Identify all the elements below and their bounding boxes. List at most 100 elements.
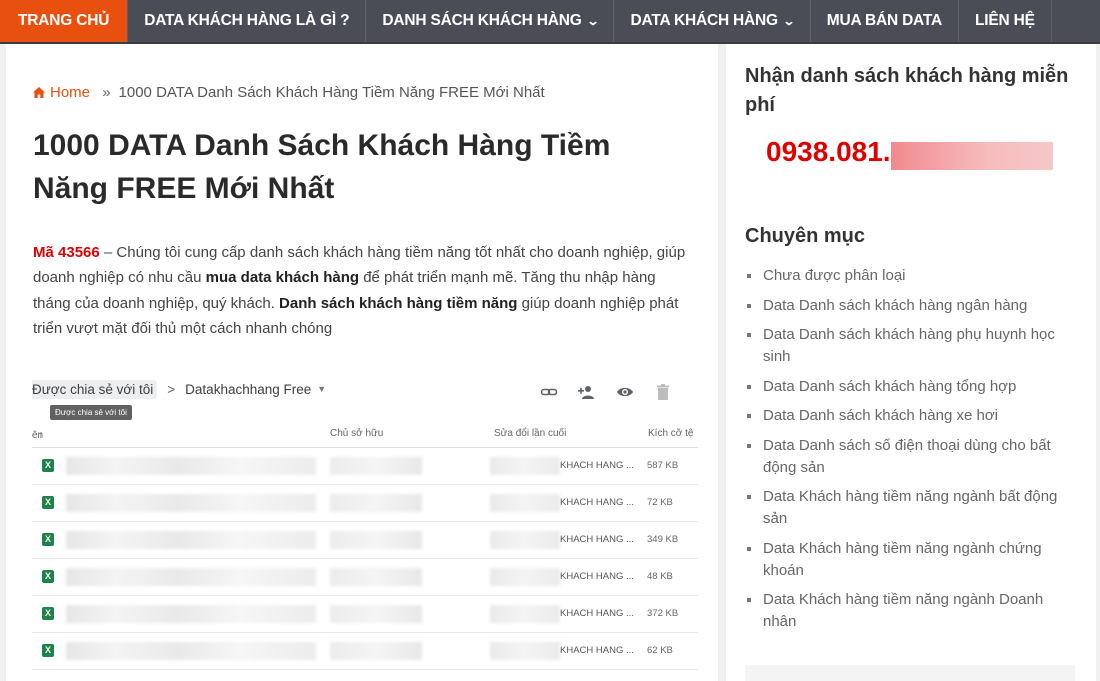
file-size: 48 KB xyxy=(647,571,673,582)
home-icon xyxy=(33,87,45,98)
main-nav: TRANG CHỦ DATA KHÁCH HÀNG LÀ GÌ ? DANH S… xyxy=(0,0,1100,44)
sort-arrow-icon[interactable]: ↑ xyxy=(38,430,43,441)
free-list-heading: Nhận danh sách khách hàng miễn phí xyxy=(745,65,1069,116)
caret-down-icon[interactable]: ▼ xyxy=(317,384,326,394)
blurred-date xyxy=(490,568,560,586)
chevron-down-icon: ⌄ xyxy=(586,14,599,28)
nav-item-contact[interactable]: LIÊN HỆ xyxy=(959,0,1052,42)
nav-item-what-is-data[interactable]: DATA KHÁCH HÀNG LÀ GÌ ? xyxy=(128,0,367,42)
blurred-date xyxy=(490,605,560,623)
category-item[interactable]: Chưa được phân loại xyxy=(745,265,1075,287)
phone-redaction xyxy=(891,142,1053,170)
category-item[interactable]: Data Khách hàng tiềm năng ngành bất động… xyxy=(745,486,1075,530)
chevron-down-icon: ⌄ xyxy=(782,14,796,28)
nav-label: DANH SÁCH KHÁCH HÀNG xyxy=(382,12,582,29)
file-row[interactable]: X KHACH HANG ... 62 KB xyxy=(32,633,698,670)
drive-table-header: ên ↑ Chủ sở hữu Sửa đổi lần cuối Kích cỡ… xyxy=(32,426,698,448)
blurred-date xyxy=(490,457,560,475)
file-size: 62 KB xyxy=(647,645,673,656)
category-item[interactable]: Data Khách hàng tiềm năng ngành chứng kh… xyxy=(745,538,1075,582)
drive-path-root[interactable]: Được chia sẻ với tôi xyxy=(32,380,158,399)
category-item[interactable]: Data Khách hàng tiềm năng ngành Doanh nh… xyxy=(745,589,1075,633)
file-owner: KHACH HANG ... xyxy=(560,571,634,582)
drive-path-folder[interactable]: Datakhachhang Free xyxy=(185,382,311,397)
category-item[interactable]: Data Danh sách khách hàng tổng hợp xyxy=(745,376,1075,398)
drive-path: Được chia sẻ với tôi > Datakhachhang Free ▼ xyxy=(32,380,326,399)
trash-icon[interactable] xyxy=(654,384,672,400)
blurred-owner xyxy=(330,494,422,512)
nav-label: DATA KHÁCH HÀNG xyxy=(630,12,778,29)
nav-label: TRANG CHỦ xyxy=(18,12,110,29)
drive-screenshot: Được chia sẻ với tôi > Datakhachhang Free ▼… xyxy=(32,374,698,674)
nav-item-home[interactable]: TRANG CHỦ xyxy=(0,0,129,42)
blurred-owner xyxy=(330,568,422,586)
nav-item-customer-list[interactable]: DANH SÁCH KHÁCH HÀNG ⌄ xyxy=(366,0,615,42)
file-row[interactable]: X KHACH HANG ... 372 KB xyxy=(32,596,698,633)
blurred-filename xyxy=(66,642,316,660)
column-modified[interactable]: Sửa đổi lần cuối xyxy=(494,428,566,439)
nav-item-buy-sell-data[interactable]: MUA BÁN DATA xyxy=(811,0,960,42)
nav-label: LIÊN HỆ xyxy=(975,12,1035,29)
intro-bold-1[interactable]: mua data khách hàng xyxy=(206,269,359,286)
file-owner: KHACH HANG ... xyxy=(560,460,634,471)
excel-file-icon: X xyxy=(42,459,54,472)
blurred-owner xyxy=(330,531,422,549)
file-size: 349 KB xyxy=(647,534,679,545)
main-content: Home » 1000 DATA Danh Sách Khách Hàng Tiề… xyxy=(6,44,718,681)
add-person-icon[interactable] xyxy=(578,384,596,400)
blurred-date xyxy=(490,642,560,660)
nav-label: MUA BÁN DATA xyxy=(826,12,943,29)
excel-file-icon: X xyxy=(42,607,54,620)
nav-item-customer-data[interactable]: DATA KHÁCH HÀNG ⌄ xyxy=(614,0,811,42)
file-owner: KHACH HANG ... xyxy=(560,645,634,656)
file-row[interactable]: X KHACH HANG ... 587 KB xyxy=(32,448,698,485)
blurred-filename xyxy=(66,531,316,549)
column-size[interactable]: Kích cỡ tệ xyxy=(648,428,693,439)
excel-file-icon: X xyxy=(42,570,54,583)
blurred-filename xyxy=(66,605,316,623)
blurred-filename xyxy=(66,494,316,512)
blurred-date xyxy=(490,531,560,549)
blurred-owner xyxy=(330,605,422,623)
category-item[interactable]: Data Danh sách khách hàng phụ huynh học … xyxy=(745,324,1075,368)
file-owner: KHACH HANG ... xyxy=(560,534,634,545)
sidebar-widget-box xyxy=(745,665,1075,681)
excel-file-icon: X xyxy=(42,533,54,546)
article-code: Mã 43566 xyxy=(33,244,100,261)
blurred-filename xyxy=(66,568,316,586)
file-row[interactable]: X KHACH HANG ... 349 KB xyxy=(32,522,698,559)
intro-bold-2[interactable]: Danh sách khách hàng tiềm năng xyxy=(279,295,517,312)
file-size: 587 KB xyxy=(647,460,679,471)
category-item[interactable]: Data Danh sách khách hàng xe hơi xyxy=(745,405,1075,427)
blurred-filename xyxy=(66,457,316,475)
file-size: 372 KB xyxy=(647,608,679,619)
file-size: 72 KB xyxy=(647,497,673,508)
blurred-date xyxy=(490,494,560,512)
category-list: Chưa được phân loại Data Danh sách khách… xyxy=(745,265,1075,641)
blurred-owner xyxy=(330,457,422,475)
link-icon[interactable] xyxy=(540,384,558,400)
eye-icon[interactable] xyxy=(616,384,634,400)
breadcrumb-current: 1000 DATA Danh Sách Khách Hàng Tiềm Năng… xyxy=(118,84,545,101)
category-item[interactable]: Data Danh sách khách hàng ngân hàng xyxy=(745,295,1075,317)
page-title: 1000 DATA Danh Sách Khách Hàng Tiềm Năng… xyxy=(33,129,611,205)
file-owner: KHACH HANG ... xyxy=(560,497,634,508)
categories-heading: Chuyên mục xyxy=(745,225,866,247)
phone-number[interactable]: 0938.081. xyxy=(766,136,891,168)
blurred-owner xyxy=(330,642,422,660)
breadcrumb-home-link[interactable]: Home xyxy=(33,84,94,101)
excel-file-icon: X xyxy=(42,496,54,509)
file-owner: KHACH HANG ... xyxy=(560,608,634,619)
category-item[interactable]: Data Danh sách số điện thoại dùng cho bấ… xyxy=(745,435,1075,479)
drive-toolbar xyxy=(540,384,672,400)
breadcrumb-home-label: Home xyxy=(50,84,91,101)
excel-file-icon: X xyxy=(42,644,54,657)
breadcrumb: Home » 1000 DATA Danh Sách Khách Hàng Tiề… xyxy=(33,84,545,101)
file-row[interactable]: X KHACH HANG ... 48 KB xyxy=(32,559,698,596)
column-owner[interactable]: Chủ sở hữu xyxy=(330,428,383,439)
nav-label: DATA KHÁCH HÀNG LÀ GÌ ? xyxy=(144,12,350,29)
article-intro: Mã 43566 – Chúng tôi cung cấp danh sách … xyxy=(33,240,693,341)
drive-path-separator: > xyxy=(167,382,176,397)
file-row[interactable]: X KHACH HANG ... 72 KB xyxy=(32,485,698,522)
drive-tooltip: Được chia sẻ với tôi xyxy=(50,405,132,420)
